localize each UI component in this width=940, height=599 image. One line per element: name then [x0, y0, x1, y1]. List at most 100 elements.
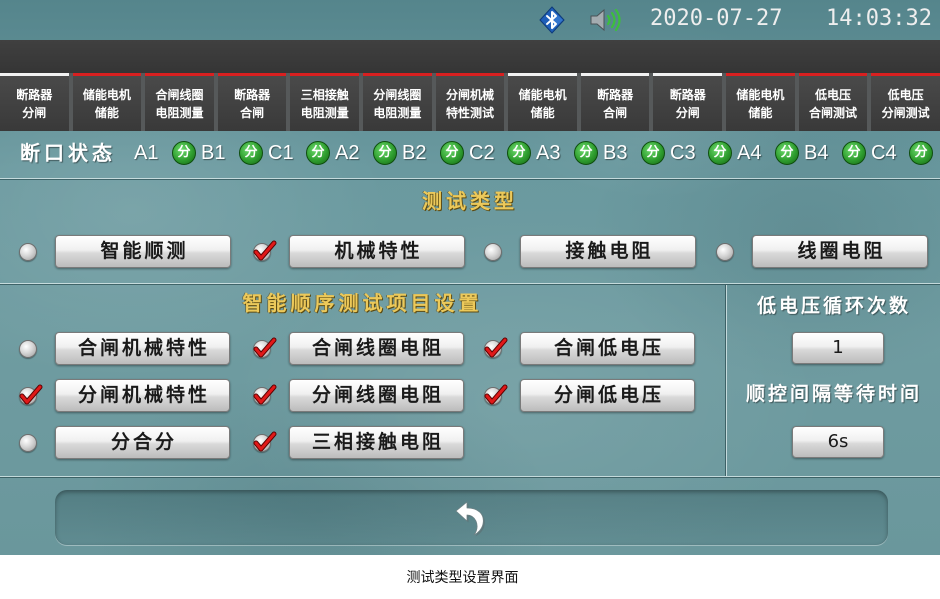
breaker-status-c1: C1 分 [268, 140, 335, 166]
radio-circle [19, 340, 37, 358]
tab-label-line2: 储能 [748, 105, 773, 120]
breaker-status-list: A1 分 B1 分 C1 分 A2 分 B2 分 C2 分 A3 分 B3 分 [134, 140, 938, 166]
phase-label: C2 [469, 142, 495, 164]
function-tab-bar: 断路器 分闸 储能电机 储能 合闸线圈 电阻测量 断路器 合闸 三相接触 电阻测… [0, 73, 940, 131]
open-state-indicator: 分 [306, 141, 330, 165]
open-close-open-checkbox[interactable] [17, 430, 43, 454]
smart-sequence-checkbox[interactable] [17, 239, 43, 263]
smart-sequence-button[interactable]: 智能顺测 [55, 235, 231, 268]
tab-breaker-open-2[interactable]: 断路器 分闸 [653, 73, 723, 131]
phase-label: A2 [335, 142, 360, 164]
tab-label-line1: 断路器 [669, 87, 706, 102]
breaker-status-a2: A2 分 [335, 140, 402, 166]
three-phase-contact-resistance-button[interactable]: 三相接触电阻 [289, 426, 464, 459]
open-mechanical-button[interactable]: 分闸机械特性 [55, 379, 230, 412]
divider [0, 178, 940, 180]
check-icon [19, 384, 43, 405]
back-button[interactable] [55, 490, 888, 545]
radio-circle [484, 243, 502, 261]
tab-label-line1: 低电压 [815, 87, 852, 102]
tab-label-line2: 合闸 [603, 105, 628, 120]
open-state-indicator: 分 [641, 141, 665, 165]
speaker-icon[interactable] [588, 7, 624, 33]
close-low-voltage-button[interactable]: 合闸低电压 [520, 332, 695, 365]
check-icon [253, 384, 277, 405]
breaker-status-a3: A3 分 [536, 140, 603, 166]
open-state-indicator: 分 [574, 141, 598, 165]
tab-open-coil-resistance[interactable]: 分闸线圈 电阻测量 [363, 73, 432, 131]
low-voltage-cycle-label: 低电压循环次数 [756, 295, 911, 317]
breaker-status-c4: C4 分 [871, 140, 938, 166]
breaker-status-b1: B1 分 [201, 140, 268, 166]
breaker-status-a4: A4 分 [737, 140, 804, 166]
check-icon [253, 240, 277, 261]
divider [0, 283, 940, 285]
close-coil-resistance-button[interactable]: 合闸线圈电阻 [289, 332, 464, 365]
close-mechanical-checkbox[interactable] [17, 336, 43, 360]
open-state-indicator: 分 [172, 141, 196, 165]
contact-resistance-button[interactable]: 接触电阻 [520, 235, 696, 268]
bluetooth-icon[interactable] [538, 6, 566, 34]
radio-circle [19, 434, 37, 452]
back-arrow-icon [455, 501, 485, 536]
tab-motor-charging[interactable]: 储能电机 储能 [72, 73, 142, 131]
close-low-voltage-checkbox[interactable] [482, 336, 508, 360]
open-state-indicator: 分 [842, 141, 866, 165]
open-state-indicator: 分 [373, 141, 397, 165]
breaker-status-b3: B3 分 [603, 140, 670, 166]
open-close-open-button[interactable]: 分合分 [55, 426, 230, 459]
breaker-status-b4: B4 分 [804, 140, 871, 166]
vertical-divider [725, 285, 727, 476]
phase-label: A4 [737, 142, 762, 164]
tab-open-mechanical-test[interactable]: 分闸机械 特性测试 [435, 73, 505, 131]
tab-label-line1: 断路器 [597, 87, 634, 102]
open-mechanical-checkbox[interactable] [17, 383, 43, 407]
sequence-interval-input[interactable]: 6s [792, 426, 884, 458]
test-type-option-smart-sequence: 智能顺测 [17, 235, 237, 268]
tab-motor-charging-2[interactable]: 储能电机 储能 [508, 73, 577, 131]
phase-label: C1 [268, 142, 294, 164]
tab-label-line1: 分闸线圈 [373, 87, 422, 102]
coil-resistance-button[interactable]: 线圈电阻 [752, 235, 928, 268]
close-coil-resistance-checkbox[interactable] [251, 336, 277, 360]
check-icon [484, 384, 508, 405]
phase-label: C3 [670, 142, 696, 164]
open-low-voltage-button[interactable]: 分闸低电压 [520, 379, 695, 412]
tab-breaker-open[interactable]: 断路器 分闸 [0, 73, 69, 131]
open-low-voltage-checkbox[interactable] [482, 383, 508, 407]
coil-resistance-checkbox[interactable] [714, 239, 740, 263]
tab-label-line1: 分闸机械 [445, 87, 494, 102]
sequence-interval-label: 顺控间隔等待时间 [745, 383, 922, 405]
test-type-option-mechanical: 机械特性 [251, 235, 471, 268]
tab-close-coil-resistance[interactable]: 合闸线圈 电阻测量 [145, 73, 214, 131]
tab-breaker-close[interactable]: 断路器 合闸 [217, 73, 287, 131]
test-type-settings-screen: 2020-07-27 14:03:32 断路器 分闸 储能电机 储能 合闸线圈 … [0, 0, 940, 555]
sequence-settings-title: 智能顺序测试项目设置 [242, 291, 483, 315]
tab-label-line2: 电阻测量 [373, 105, 422, 120]
contact-resistance-checkbox[interactable] [482, 239, 508, 263]
tab-label-line2: 储能 [94, 105, 119, 120]
tab-label-line1: 三相接触 [300, 87, 349, 102]
tab-label-line2: 分闸 [675, 105, 700, 120]
tab-breaker-close-2[interactable]: 断路器 合闸 [580, 73, 650, 131]
seq-option-open-coil-resistance: 分闸线圈电阻 [251, 379, 471, 412]
open-state-indicator: 分 [775, 141, 799, 165]
mechanical-characteristics-checkbox[interactable] [251, 239, 277, 263]
divider [0, 476, 940, 478]
three-phase-contact-resistance-checkbox[interactable] [251, 430, 277, 454]
tab-low-voltage-close-test[interactable]: 低电压 合闸测试 [798, 73, 868, 131]
close-mechanical-button[interactable]: 合闸机械特性 [55, 332, 230, 365]
tab-label-line1: 低电压 [887, 87, 924, 102]
tab-label-line2: 分闸 [22, 105, 47, 120]
tab-three-phase-contact-resistance[interactable]: 三相接触 电阻测量 [290, 73, 360, 131]
open-coil-resistance-button[interactable]: 分闸线圈电阻 [289, 379, 464, 412]
low-voltage-cycle-input[interactable]: 1 [792, 332, 884, 364]
tab-motor-charging-3[interactable]: 储能电机 储能 [726, 73, 795, 131]
open-coil-resistance-checkbox[interactable] [251, 383, 277, 407]
phase-label: A3 [536, 142, 561, 164]
phase-label: A1 [134, 142, 159, 164]
test-type-option-contact-resistance: 接触电阻 [482, 235, 702, 268]
check-icon [484, 337, 508, 358]
tab-low-voltage-open-test[interactable]: 低电压 分闸测试 [871, 73, 940, 131]
mechanical-characteristics-button[interactable]: 机械特性 [289, 235, 465, 268]
